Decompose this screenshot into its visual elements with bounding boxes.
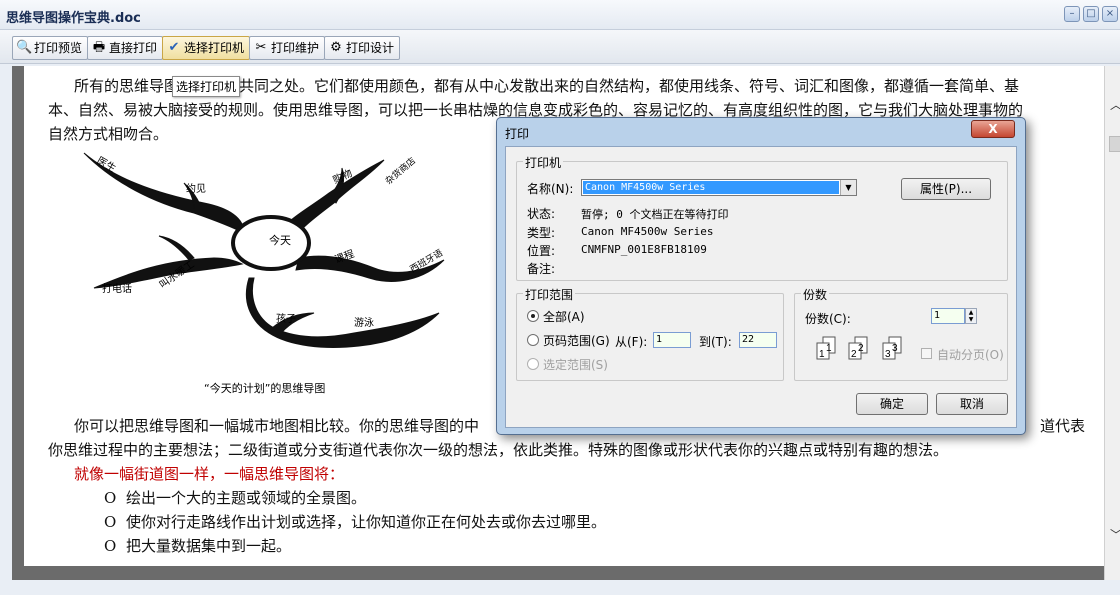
print-maintenance-label: 打印维护 — [271, 41, 320, 55]
bullet-text: 使你对行走路线作出计划或选择，让你知道你正在何处去或你去过哪里。 — [126, 513, 607, 531]
select-printer-label: 选择打印机 — [184, 41, 245, 55]
bullet-item: O 使你对行走路线作出计划或选择，让你知道你正在何处去或你去过哪里。 — [104, 510, 606, 534]
print-range-legend: 打印范围 — [523, 286, 576, 303]
printer-icon: 🖶 — [92, 40, 106, 55]
print-dialog: 打印 X 打印机 名称(N): Canon MF4500w Series ▼ 属… — [496, 117, 1026, 435]
printer-name-label: 名称(N): — [527, 182, 574, 196]
print-maintenance-button[interactable]: ✂ 打印维护 — [249, 36, 326, 60]
printer-name-value: Canon MF4500w Series — [583, 181, 839, 194]
scroll-thumb[interactable] — [1109, 136, 1120, 152]
all-pages-radio[interactable] — [527, 310, 539, 322]
mind-map-image — [83, 152, 445, 348]
mind-map-branch-label: 约见 — [186, 184, 206, 195]
copies-group: 份数 份数(C): 1 ▲ ▼ 11 22 33 自动分页(O) — [794, 286, 1008, 381]
location-label: 位置: — [527, 244, 556, 258]
print-design-label: 打印设计 — [346, 41, 395, 55]
bullet-item: O 绘出一个大的主题或领域的全景图。 — [104, 486, 366, 510]
mind-map-center-label: 今天 — [269, 234, 291, 247]
collate-label: 自动分页(O) — [937, 348, 1004, 362]
printer-group-legend: 打印机 — [523, 154, 564, 171]
printer-group: 打印机 名称(N): Canon MF4500w Series ▼ 属性(P).… — [516, 154, 1008, 281]
close-button[interactable]: × — [1102, 6, 1118, 22]
from-page-input[interactable]: 1 — [653, 332, 691, 348]
select-printer-button[interactable]: ✔ 选择打印机 — [162, 36, 251, 60]
properties-button[interactable]: 属性(P)... — [901, 178, 991, 200]
selection-label: 选定范围(S) — [543, 358, 608, 372]
copies-legend: 份数 — [801, 286, 830, 303]
design-icon: ⚙ — [330, 40, 342, 55]
copies-label: 份数(C): — [805, 312, 851, 326]
maximize-button[interactable]: □ — [1083, 6, 1099, 22]
collate-checkbox[interactable] — [921, 348, 932, 359]
printer-name-select[interactable]: Canon MF4500w Series ▼ — [581, 179, 857, 196]
copies-spinner[interactable]: ▲ ▼ — [965, 308, 977, 324]
collate-page-icon: 33 — [882, 336, 902, 360]
to-label: 到(T): — [699, 335, 732, 349]
checkmark-icon: ✔ — [168, 40, 180, 55]
mind-map-caption: “今天的计划”的思维导图 — [204, 382, 326, 395]
comment-label: 备注: — [527, 262, 556, 276]
page-range-label: 页码范围(G) — [543, 334, 610, 348]
dialog-body: 打印机 名称(N): Canon MF4500w Series ▼ 属性(P).… — [505, 146, 1017, 428]
paragraph-2-line-1: 你可以把思维导图和一幅城市地图相比较。你的思维导图的中 — [74, 417, 480, 435]
status-value: 暂停; 0 个文档正在等待打印 — [581, 208, 729, 221]
window-title: 思维导图操作宝典.doc — [6, 11, 141, 26]
bullet-text: 绘出一个大的主题或领域的全景图。 — [126, 489, 367, 507]
all-pages-label: 全部(A) — [543, 310, 585, 324]
svg-text:3: 3 — [892, 343, 898, 354]
svg-text:2: 2 — [851, 349, 857, 360]
copies-input[interactable]: 1 — [931, 308, 965, 324]
title-bar: 思维导图操作宝典.doc – □ × — [0, 0, 1120, 30]
dialog-close-button[interactable]: X — [971, 120, 1015, 138]
svg-text:1: 1 — [826, 343, 832, 354]
svg-text:1: 1 — [819, 349, 825, 360]
chevron-down-icon[interactable]: ▼ — [840, 180, 856, 195]
tools-icon: ✂ — [255, 40, 267, 55]
status-label: 状态: — [527, 207, 556, 221]
mind-map-branch-label: 打电话 — [102, 284, 132, 295]
toolbar-tooltip: 选择打印机 — [172, 76, 241, 97]
from-label: 从(F): — [615, 335, 648, 349]
direct-print-label: 直接打印 — [109, 41, 158, 55]
bullet-item: O 把大量数据集中到一起。 — [104, 534, 291, 558]
print-preview-button[interactable]: 🔍 打印预览 — [12, 36, 89, 60]
collate-page-icon: 11 — [816, 336, 836, 360]
scroll-down-icon[interactable]: ﹀ — [1110, 526, 1120, 543]
selection-radio[interactable] — [527, 358, 539, 370]
print-preview-icon: 🔍 — [16, 40, 33, 55]
direct-print-button[interactable]: 🖶 直接打印 — [87, 36, 164, 60]
paragraph-2-line-2: 你思维过程中的主要想法；二级街道或分支街道代表你次一级的想法，依此类推。特殊的图… — [48, 441, 949, 459]
cancel-button[interactable]: 取消 — [936, 393, 1008, 415]
bullet-symbol: O — [104, 513, 117, 531]
svg-text:3: 3 — [885, 349, 891, 360]
collate-page-icon: 22 — [848, 336, 868, 360]
ok-button[interactable]: 确定 — [856, 393, 928, 415]
bullet-text: 把大量数据集中到一起。 — [126, 537, 292, 555]
paragraph-2-line-1-right: 道代表 — [1040, 417, 1086, 435]
mind-map-branch-label: 孩子 — [276, 314, 296, 325]
print-design-button[interactable]: ⚙ 打印设计 — [324, 36, 401, 60]
dialog-title: 打印 — [505, 127, 530, 141]
page-range-radio[interactable] — [527, 334, 539, 346]
to-page-input[interactable]: 22 — [739, 332, 777, 348]
bullet-symbol: O — [104, 489, 117, 507]
paragraph-1-line-3: 自然方式相吻合。 — [48, 125, 169, 143]
type-value: Canon MF4500w Series — [581, 225, 714, 238]
scroll-up-icon[interactable]: ︿ — [1110, 96, 1120, 113]
type-label: 类型: — [527, 226, 556, 240]
mind-map-branch-label: 游泳 — [354, 318, 374, 329]
print-range-group: 打印范围 全部(A) 页码范围(G) 从(F): 1 到(T): 22 选定范围… — [516, 286, 784, 381]
print-preview-label: 打印预览 — [34, 41, 83, 55]
toolbar: 🔍 打印预览 🖶 直接打印 ✔ 选择打印机 ✂ 打印维护 ⚙ 打印设计 — [0, 30, 1120, 64]
location-value: CNMFNP_001E8FB18109 — [581, 243, 707, 256]
svg-text:2: 2 — [858, 343, 864, 354]
bullet-symbol: O — [104, 537, 117, 555]
red-heading-line: 就像一幅街道图一样，一幅思维导图将： — [74, 465, 345, 483]
minimize-button[interactable]: – — [1064, 6, 1080, 22]
vertical-scrollbar[interactable]: ︿ ﹀ — [1104, 66, 1120, 580]
